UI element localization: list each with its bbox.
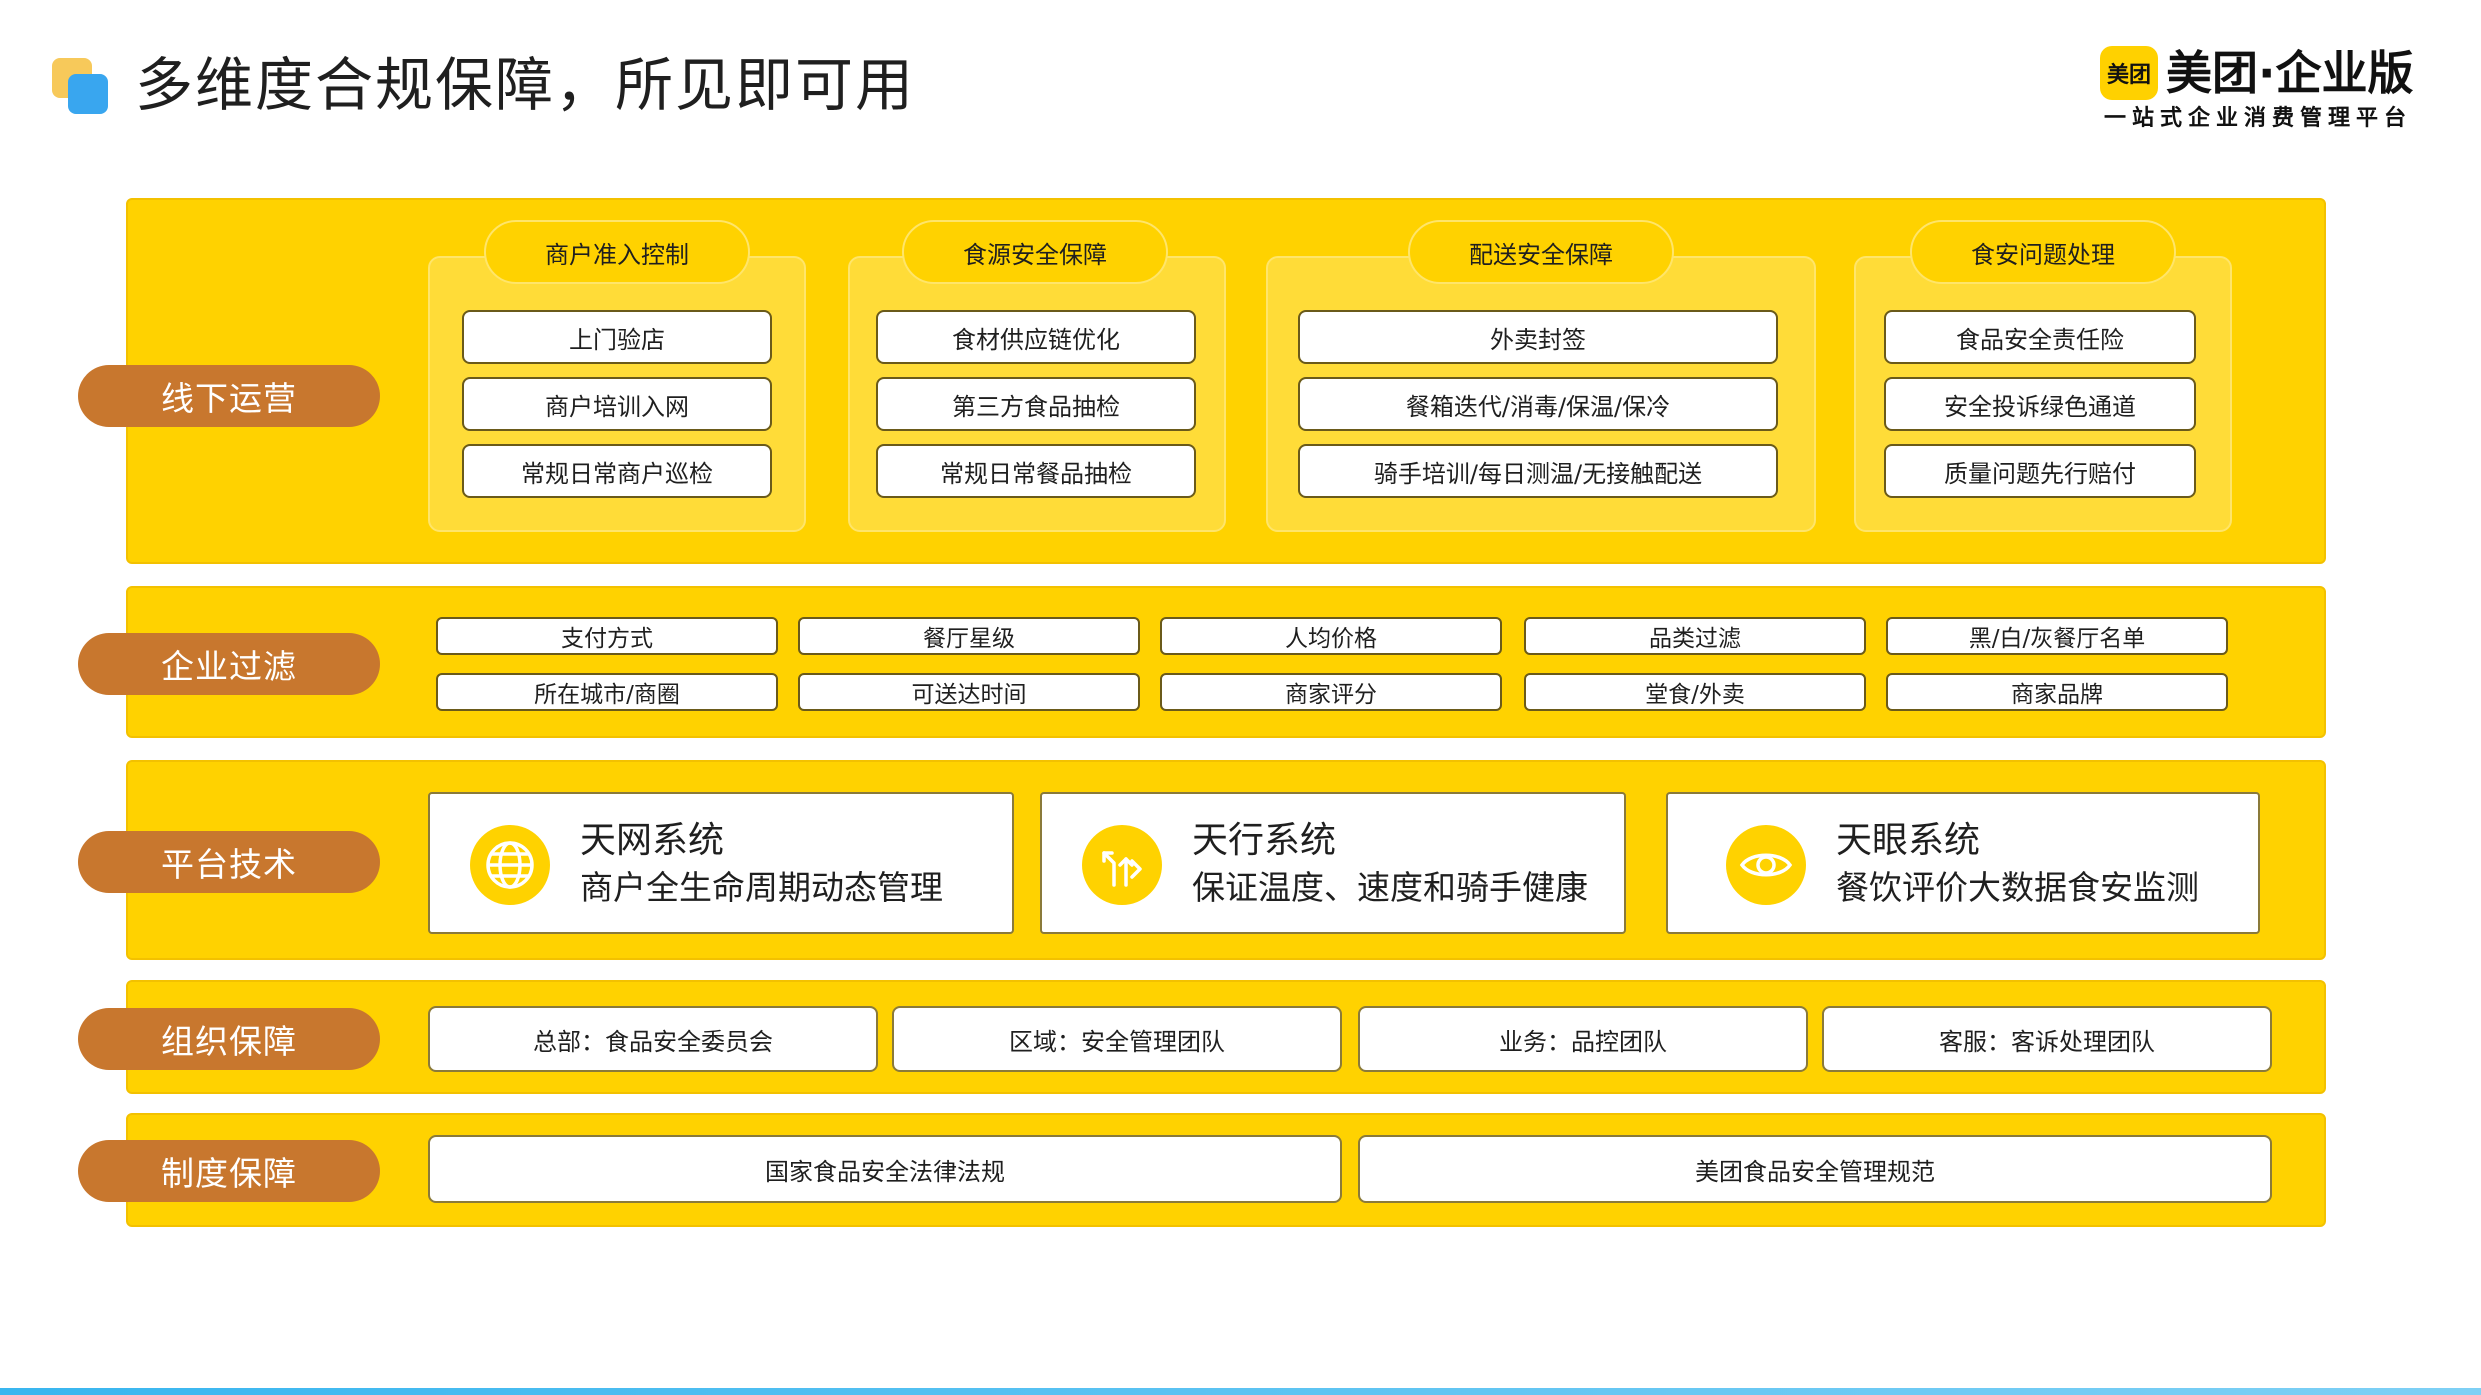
row-label-policy: 制度保障 — [78, 1140, 380, 1202]
band-enterprise-filter — [126, 586, 2326, 738]
meituan-enterprise-logo: 美团 美团·企业版 一站式企业消费管理平台 — [2100, 42, 2420, 142]
tech-title-tianwang: 天网系统 — [580, 820, 725, 861]
item-supply-chain: 食材供应链优化 — [876, 310, 1196, 364]
globe-icon — [470, 825, 550, 905]
panel-title-food-issue-handling: 食安问题处理 — [1910, 220, 2176, 284]
logo-badge: 美团 — [2100, 46, 2158, 100]
tech-title-tianyan: 天眼系统 — [1836, 820, 1981, 861]
item-rider-training: 骑手培训/每日测温/无接触配送 — [1298, 444, 1778, 498]
tech-card-tianwang: 天网系统 商户全生命周期动态管理 — [428, 792, 1014, 934]
panel-title-food-source-safety: 食源安全保障 — [902, 220, 1168, 284]
row-label-offline: 线下运营 — [78, 365, 380, 427]
policy-meituan-standard: 美团食品安全管理规范 — [1358, 1135, 2272, 1203]
item-takeout-seal: 外卖封签 — [1298, 310, 1778, 364]
row-label-tech: 平台技术 — [78, 831, 380, 893]
item-merchant-training: 商户培训入网 — [462, 377, 772, 431]
filter-category: 品类过滤 — [1524, 617, 1866, 655]
item-onsite-inspection: 上门验店 — [462, 310, 772, 364]
tech-desc-tianyan: 餐饮评价大数据食安监测 — [1836, 868, 2199, 907]
logo-tagline: 一站式企业消费管理平台 — [2104, 106, 2413, 131]
tech-card-tianxing: 天行系统 保证温度、速度和骑手健康 — [1040, 792, 1626, 934]
tech-desc-tianwang: 商户全生命周期动态管理 — [580, 868, 943, 907]
title-bullet-icon — [52, 58, 108, 114]
org-region: 区域：安全管理团队 — [892, 1006, 1342, 1072]
eye-icon — [1726, 825, 1806, 905]
panel-title-merchant-access: 商户准入控制 — [484, 220, 750, 284]
row-label-filter: 企业过滤 — [78, 633, 380, 695]
filter-payment-method: 支付方式 — [436, 617, 778, 655]
org-customer-service: 客服：客诉处理团队 — [1822, 1006, 2272, 1072]
item-liability-insurance: 食品安全责任险 — [1884, 310, 2196, 364]
page-title: 多维度合规保障，所见即可用 — [135, 51, 916, 119]
filter-avg-price: 人均价格 — [1160, 617, 1502, 655]
item-delivery-box: 餐箱迭代/消毒/保温/保冷 — [1298, 377, 1778, 431]
tech-title-tianxing: 天行系统 — [1192, 820, 1337, 861]
row-label-org: 组织保障 — [78, 1008, 380, 1070]
filter-dine-in-takeout: 堂食/外卖 — [1524, 673, 1866, 711]
org-headquarters: 总部：食品安全委员会 — [428, 1006, 878, 1072]
filter-restaurant-stars: 餐厅星级 — [798, 617, 1140, 655]
filter-city-district: 所在城市/商圈 — [436, 673, 778, 711]
filter-delivery-time: 可送达时间 — [798, 673, 1140, 711]
item-advance-compensation: 质量问题先行赔付 — [1884, 444, 2196, 498]
policy-national-law: 国家食品安全法律法规 — [428, 1135, 1342, 1203]
filter-merchant-rating: 商家评分 — [1160, 673, 1502, 711]
logo-name: 美团·企业版 — [2166, 46, 2414, 100]
bottom-accent-bar — [0, 1388, 2481, 1395]
tech-card-tianyan: 天眼系统 餐饮评价大数据食安监测 — [1666, 792, 2260, 934]
tech-desc-tianxing: 保证温度、速度和骑手健康 — [1192, 868, 1588, 907]
org-business: 业务：品控团队 — [1358, 1006, 1808, 1072]
item-merchant-patrol: 常规日常商户巡检 — [462, 444, 772, 498]
route-arrows-icon — [1082, 825, 1162, 905]
item-complaint-channel: 安全投诉绿色通道 — [1884, 377, 2196, 431]
filter-merchant-brand: 商家品牌 — [1886, 673, 2228, 711]
item-third-party-check: 第三方食品抽检 — [876, 377, 1196, 431]
item-meal-spot-check: 常规日常餐品抽检 — [876, 444, 1196, 498]
panel-title-delivery-safety: 配送安全保障 — [1408, 220, 1674, 284]
filter-restaurant-list: 黑/白/灰餐厅名单 — [1886, 617, 2228, 655]
